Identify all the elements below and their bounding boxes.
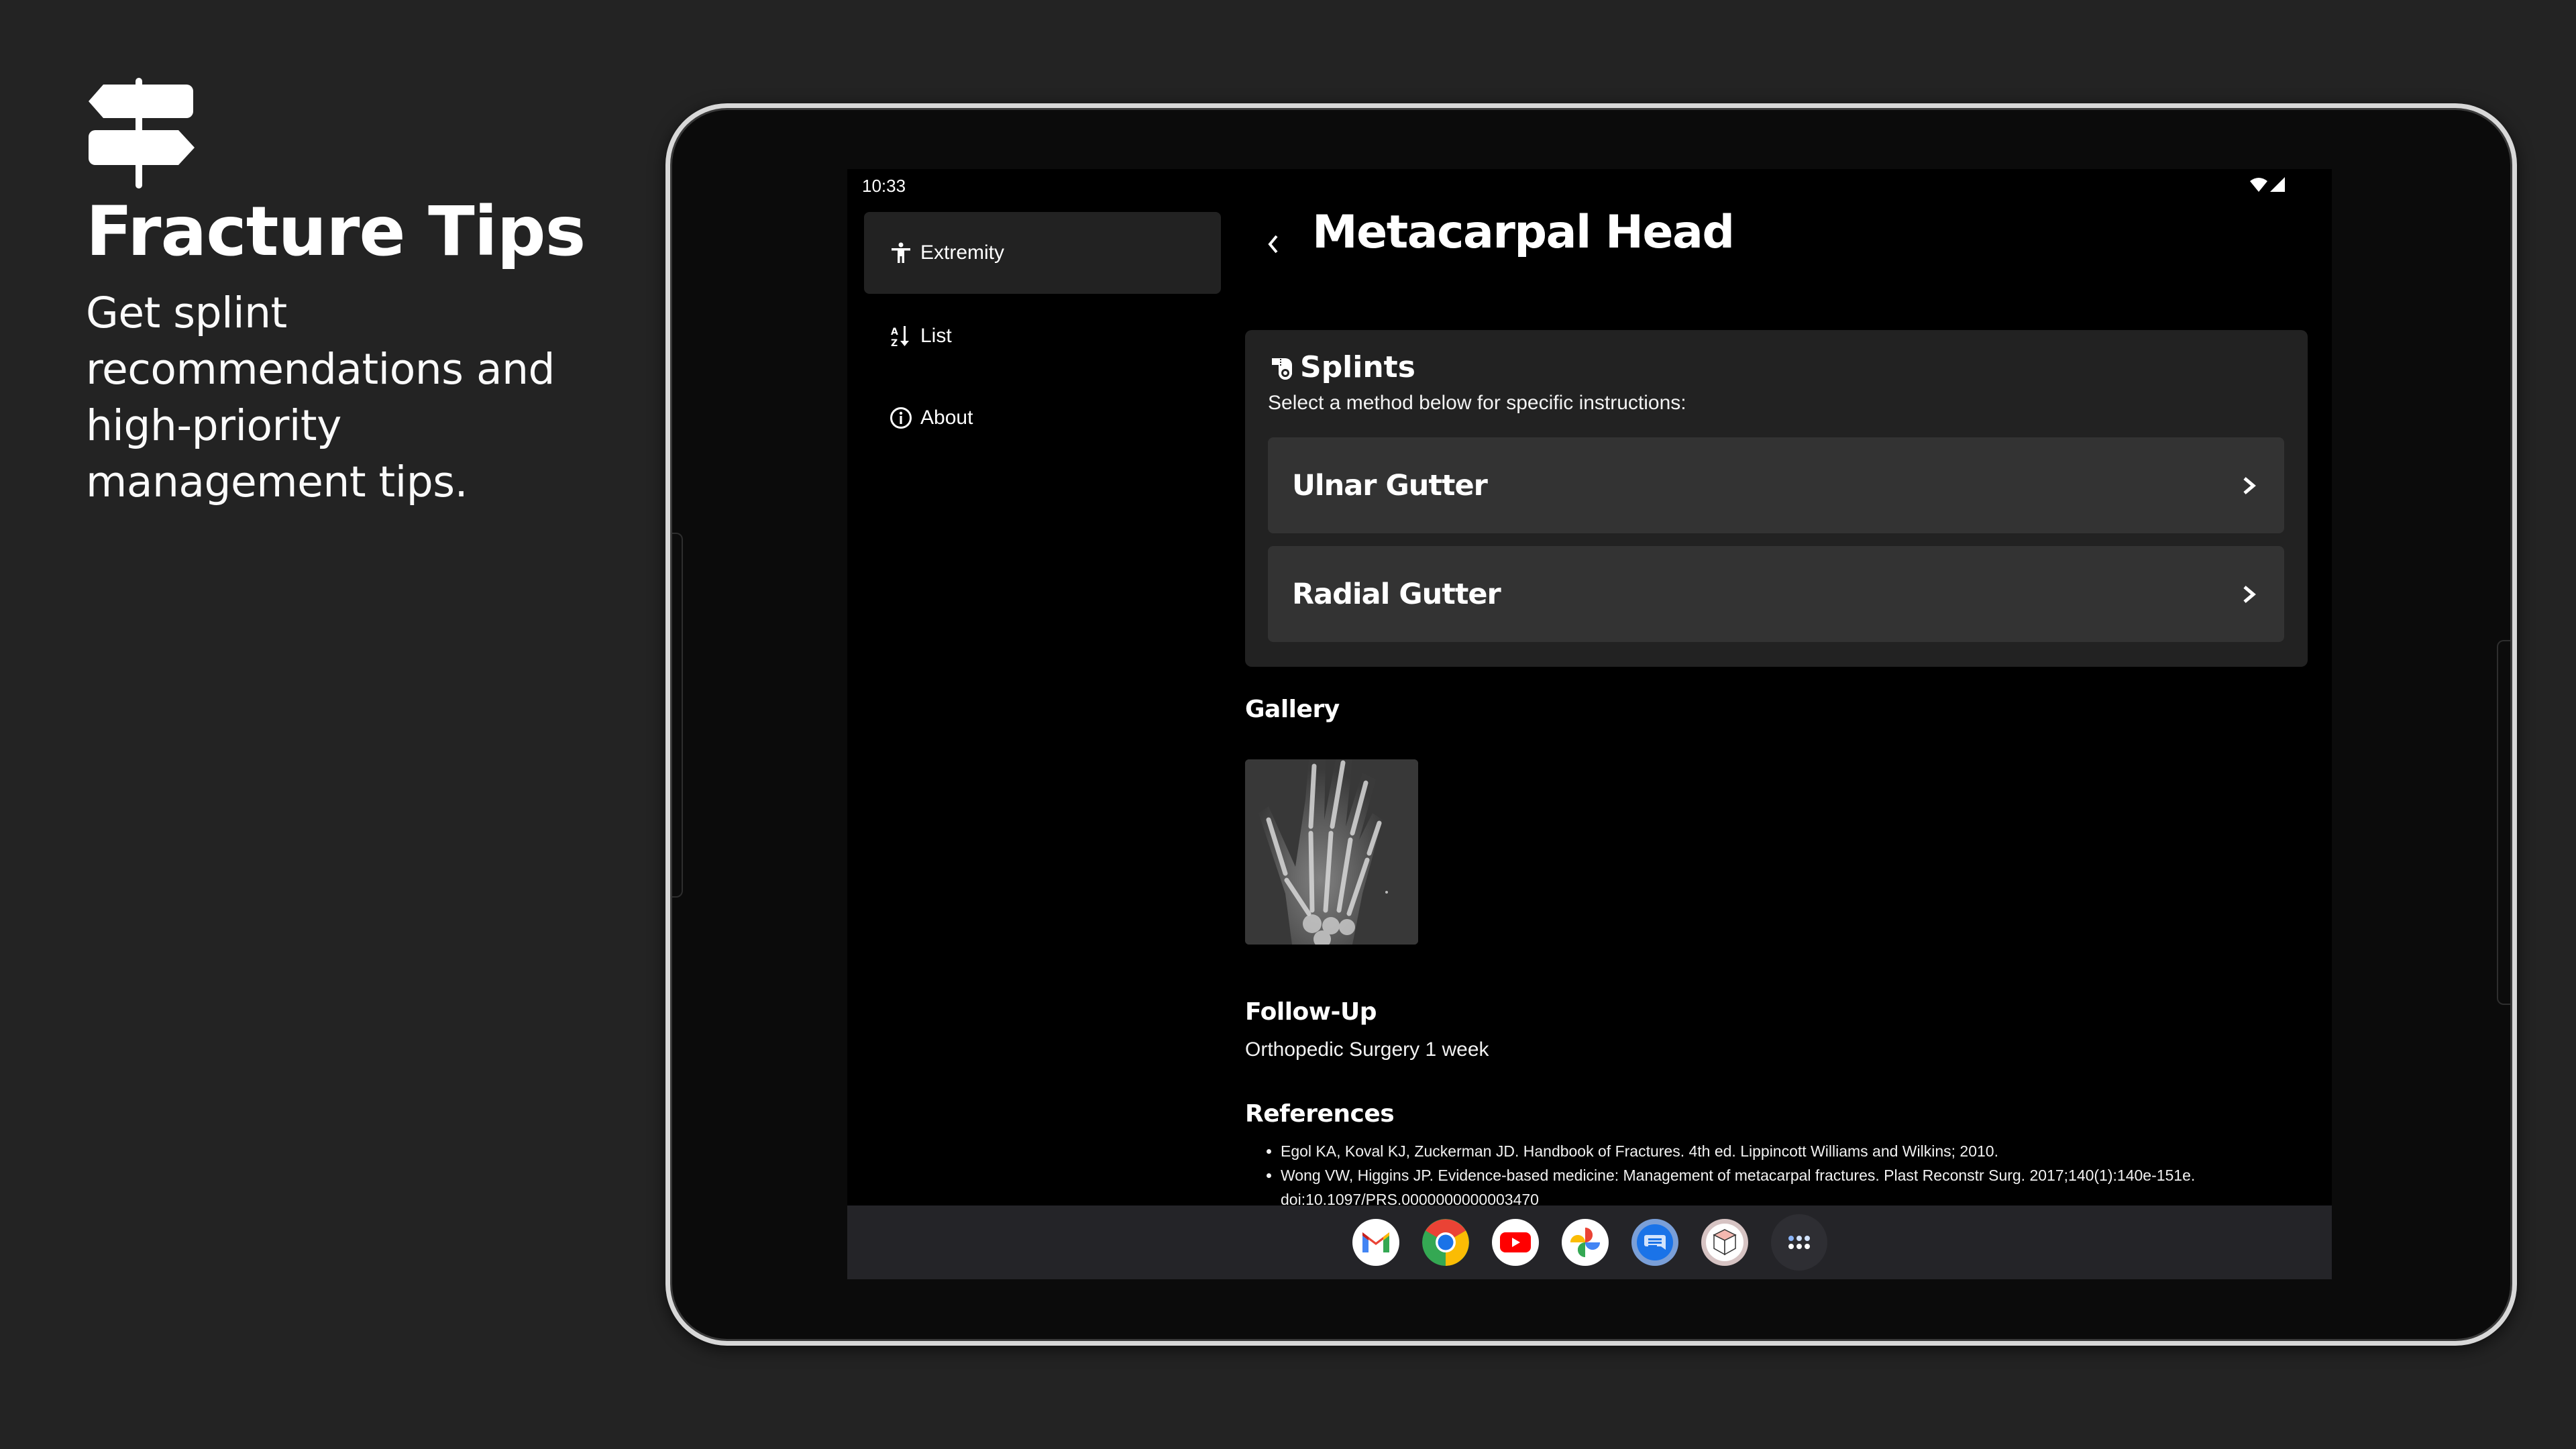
taskbar-dock (847, 1205, 2332, 1279)
page-title: Metacarpal Head (1312, 206, 1735, 259)
photos-icon (1570, 1228, 1600, 1257)
tablet-screen: 10:33 Extremity A Z List About Metacarpa… (847, 169, 2332, 1279)
app-grid-icon (1788, 1236, 1810, 1249)
box-app-icon (1705, 1224, 1743, 1261)
dock-app-launcher[interactable] (1770, 1214, 1827, 1271)
method-label: Radial Gutter (1292, 577, 1501, 611)
chevron-right-icon (2243, 585, 2256, 603)
follow-up-text: Orthopedic Surgery 1 week (1245, 1038, 1489, 1061)
cellular-signal-icon (2270, 177, 2285, 192)
dock-app-photos[interactable] (1561, 1219, 1609, 1266)
dock-app-gmail[interactable] (1352, 1219, 1399, 1266)
status-icons (2250, 177, 2285, 192)
chevron-right-icon (2243, 476, 2256, 494)
hand-xray-image (1245, 759, 1418, 945)
svg-text:A: A (891, 327, 898, 337)
svg-text:Z: Z (891, 338, 898, 347)
splints-heading-text: Splints (1300, 350, 1415, 384)
back-button[interactable] (1253, 224, 1293, 264)
promo-title: Fracture Tips (86, 192, 586, 272)
signpost-icon (89, 78, 195, 189)
sort-alpha-down-icon: A Z (891, 326, 909, 347)
sidebar-item-list[interactable]: A Z List (864, 295, 1221, 377)
status-time: 10:33 (862, 176, 906, 196)
info-circle-icon (890, 407, 912, 429)
messages-icon (1636, 1224, 1673, 1260)
gallery-image-hand-xray[interactable] (1245, 759, 1418, 945)
references-heading: References (1245, 1100, 1395, 1128)
sidebar-item-label: List (920, 325, 952, 347)
dock-app-fracture-tips[interactable] (1701, 1219, 1748, 1266)
references-list: Egol KA, Koval KJ, Zuckerman JD. Handboo… (1245, 1139, 2292, 1212)
gallery-heading: Gallery (1245, 696, 1340, 723)
youtube-icon (1499, 1232, 1531, 1252)
reference-item: Egol KA, Koval KJ, Zuckerman JD. Handboo… (1281, 1139, 2292, 1163)
follow-up-heading: Follow-Up (1245, 998, 1377, 1026)
dock-app-messages[interactable] (1631, 1219, 1678, 1266)
splints-card: Splints Select a method below for specif… (1245, 330, 2308, 667)
sidebar-item-about[interactable]: About (864, 377, 1221, 459)
bandage-roll-icon (1272, 358, 1292, 380)
method-radial-gutter[interactable]: Radial Gutter (1268, 546, 2284, 642)
splints-instruction: Select a method below for specific instr… (1268, 392, 1686, 414)
splints-heading: Splints (1271, 350, 1415, 384)
chevron-left-icon (1268, 235, 1278, 254)
tablet-side-button-right (2497, 640, 2510, 1005)
sidebar-item-label: About (920, 407, 973, 429)
method-ulnar-gutter[interactable]: Ulnar Gutter (1268, 437, 2284, 533)
accessibility-person-icon (892, 242, 910, 263)
promo-subtitle: Get splint recommendations and high-prio… (86, 288, 555, 506)
gmail-icon (1362, 1232, 1389, 1252)
dock-app-chrome[interactable] (1421, 1219, 1469, 1266)
reference-item: Wong VW, Higgins JP. Evidence-based medi… (1281, 1163, 2292, 1212)
method-label: Ulnar Gutter (1292, 468, 1488, 502)
tablet-side-button-left (672, 533, 683, 898)
chrome-icon (1421, 1219, 1469, 1266)
sidebar-item-label: Extremity (920, 241, 1005, 264)
dock-app-youtube[interactable] (1491, 1219, 1539, 1266)
sidebar-item-extremity[interactable]: Extremity (864, 212, 1221, 294)
wifi-icon (2250, 178, 2267, 192)
